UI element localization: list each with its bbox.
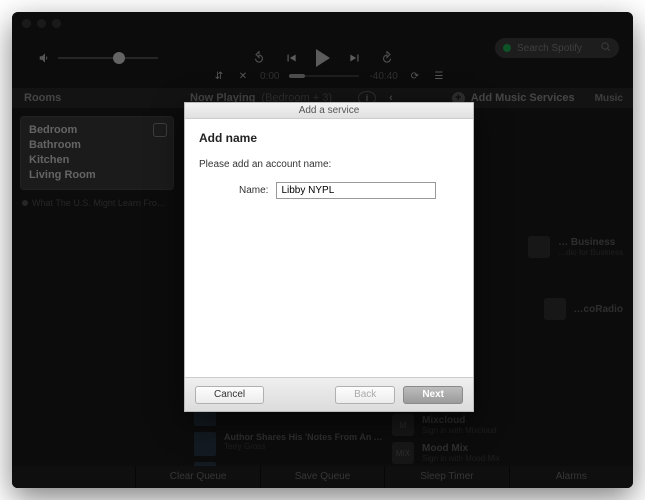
room-group[interactable]: Bedroom Bathroom Kitchen Living Room — [20, 116, 174, 190]
room-item[interactable]: Living Room — [29, 168, 165, 183]
track-thumb-icon — [194, 432, 216, 456]
service-item[interactable]: … Business…dio for Business — [528, 236, 623, 258]
search-placeholder: Search Spotify — [517, 43, 600, 54]
service-thumb-icon — [544, 298, 566, 320]
service-thumb-icon — [528, 236, 550, 258]
playing-dot-icon — [22, 200, 28, 206]
group-tag-icon[interactable] — [153, 123, 167, 137]
modal-body: Add name Please add an account name: Nam… — [185, 119, 473, 377]
replay-15-icon[interactable] — [252, 51, 266, 65]
forward-30-icon[interactable] — [380, 51, 394, 65]
volume-control[interactable] — [38, 51, 158, 65]
service-thumb-icon: MIX — [392, 442, 414, 464]
add-services-label: Add Music Services — [471, 92, 575, 104]
next-track-icon[interactable] — [348, 51, 362, 65]
music-tab[interactable]: Music — [595, 93, 623, 104]
bottom-bar: Clear Queue Save Queue Sleep Timer Alarm… — [12, 466, 633, 488]
bottom-cell-spacer — [12, 466, 135, 488]
play-icon[interactable] — [316, 49, 330, 67]
queue-icon[interactable]: ☰ — [432, 69, 446, 83]
search-input[interactable]: Search Spotify — [495, 38, 619, 58]
service-item[interactable]: M MixcloudSign in with Mixcloud — [392, 414, 497, 436]
shuffle-icon[interactable]: ✕ — [236, 69, 250, 83]
modal-title: Add a service — [185, 103, 473, 119]
service-item[interactable]: …coRadio — [544, 298, 623, 320]
modal-instruction: Please add an account name: — [199, 159, 459, 170]
close-window-icon[interactable] — [22, 19, 31, 28]
service-thumb-icon: M — [392, 414, 414, 436]
alarms-button[interactable]: Alarms — [509, 466, 633, 488]
app-window: Search Spotify ⇵ ✕ 0:00 -40:40 ⟳ ☰ Rooms… — [12, 12, 633, 488]
crossfade-icon[interactable]: ⇵ — [212, 69, 226, 83]
now-playing-hint: What The U.S. Might Learn From Chi… — [22, 198, 172, 208]
zoom-window-icon[interactable] — [52, 19, 61, 28]
sleep-timer-button[interactable]: Sleep Timer — [384, 466, 508, 488]
volume-slider[interactable] — [58, 57, 158, 59]
volume-icon — [38, 51, 52, 65]
rooms-header: Rooms — [12, 88, 182, 108]
queue-item[interactable]: Author Shares His 'Notes From An Apocal…… — [194, 432, 384, 456]
back-button[interactable]: Back — [335, 386, 395, 404]
progress-bar-row: ⇵ ✕ 0:00 -40:40 ⟳ ☰ — [212, 67, 619, 85]
add-service-modal: Add a service Add name Please add an acc… — [184, 102, 474, 412]
progress-slider[interactable] — [289, 75, 359, 77]
playback-controls — [252, 49, 394, 67]
room-item[interactable]: Bathroom — [29, 138, 165, 153]
room-item[interactable]: Bedroom — [29, 123, 165, 138]
remaining-time: -40:40 — [369, 71, 397, 82]
name-field-row: Name: — [199, 182, 459, 199]
modal-footer: Cancel Back Next — [185, 377, 473, 411]
name-label: Name: — [239, 185, 268, 196]
modal-heading: Add name — [199, 131, 459, 145]
cancel-button[interactable]: Cancel — [195, 386, 264, 404]
repeat-icon[interactable]: ⟳ — [408, 69, 422, 83]
name-input[interactable] — [276, 182, 436, 199]
search-icon — [600, 41, 611, 55]
clear-queue-button[interactable]: Clear Queue — [135, 466, 259, 488]
elapsed-time: 0:00 — [260, 71, 279, 82]
spotify-indicator-icon — [503, 44, 511, 52]
window-controls — [22, 19, 61, 28]
prev-track-icon[interactable] — [284, 51, 298, 65]
minimize-window-icon[interactable] — [37, 19, 46, 28]
service-item[interactable]: MIX Mood MixSign in with Mood Mix — [392, 442, 500, 464]
rooms-panel: Bedroom Bathroom Kitchen Living Room Wha… — [12, 108, 182, 488]
save-queue-button[interactable]: Save Queue — [260, 466, 384, 488]
room-item[interactable]: Kitchen — [29, 153, 165, 168]
next-button[interactable]: Next — [403, 386, 463, 404]
